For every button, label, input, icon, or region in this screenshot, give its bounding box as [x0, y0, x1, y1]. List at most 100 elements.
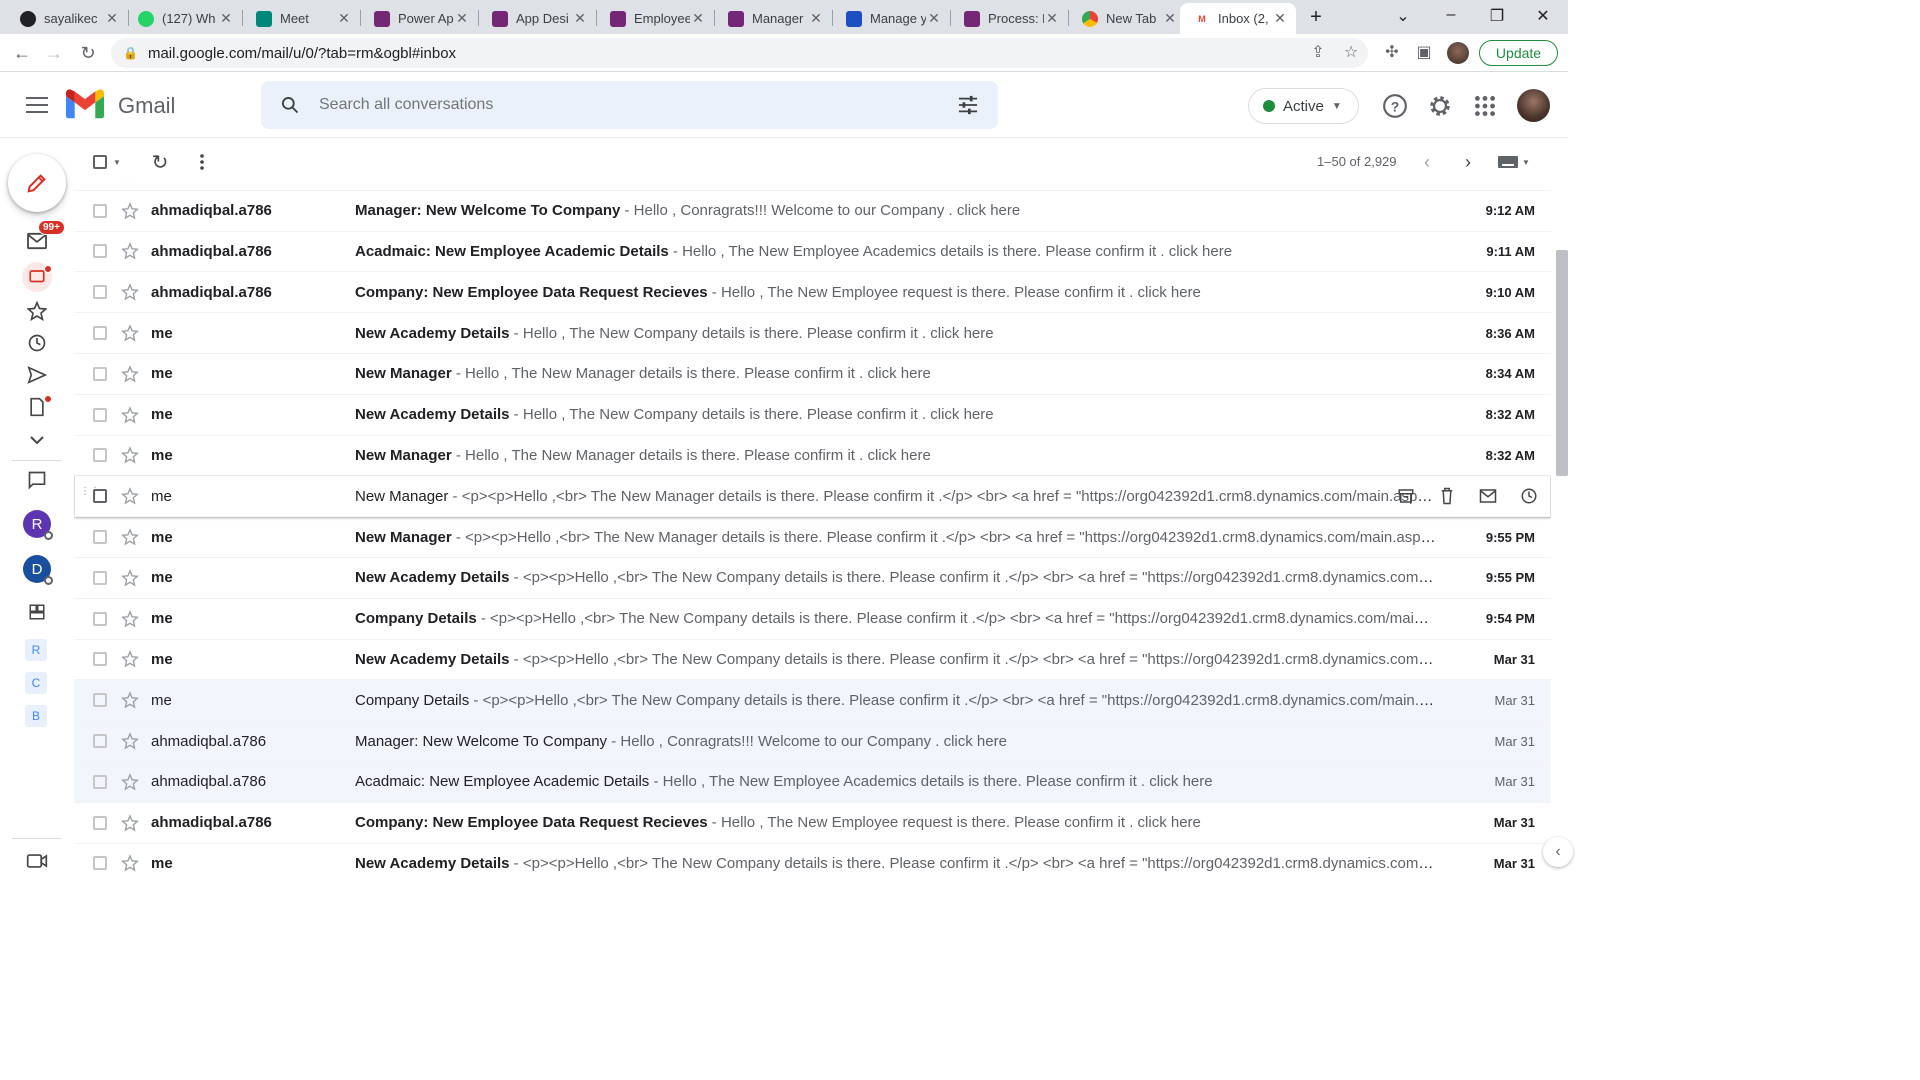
starred-icon[interactable] — [22, 296, 52, 326]
drag-handle-icon[interactable]: ⋮⋮ — [80, 487, 100, 503]
chat-icon[interactable] — [22, 465, 52, 495]
tab-close-icon[interactable]: ✕ — [104, 10, 120, 27]
star-icon[interactable] — [120, 242, 140, 260]
search-options-icon[interactable] — [938, 95, 998, 115]
mail-list-scrollbar[interactable] — [1556, 250, 1568, 476]
row-checkbox[interactable] — [93, 407, 107, 422]
tab-close-icon[interactable]: ✕ — [572, 10, 588, 27]
help-icon[interactable]: ? — [1382, 93, 1408, 119]
tab-close-icon[interactable]: ✕ — [336, 10, 352, 27]
status-dropdown[interactable]: Active ▼ — [1248, 88, 1359, 124]
refresh-icon[interactable]: ↻ — [148, 150, 172, 174]
browser-tab[interactable]: Manage y ✕ — [832, 3, 950, 34]
row-checkbox[interactable] — [93, 693, 107, 708]
email-row[interactable]: me New Manager - <p><p>Hello ,<br> The Ne… — [74, 517, 1551, 558]
mark-as-unread-envelope-icon[interactable] — [1476, 484, 1500, 508]
space-avatar-b[interactable]: B — [25, 705, 47, 727]
gmail-logo-icon[interactable] — [66, 89, 104, 119]
select-all-checkbox[interactable]: ▼ — [90, 150, 124, 174]
row-checkbox[interactable] — [93, 530, 107, 545]
forward-icon[interactable]: → — [42, 41, 66, 65]
back-icon[interactable]: ← — [10, 41, 34, 65]
star-icon[interactable] — [120, 487, 140, 505]
email-row[interactable]: me New Manager - Hello , The New Manager … — [74, 436, 1551, 477]
tab-close-icon[interactable]: ✕ — [1044, 10, 1060, 27]
email-row[interactable]: me New Academy Details - Hello , The New … — [74, 395, 1551, 436]
browser-tab[interactable]: New Tab ✕ — [1068, 3, 1186, 34]
email-row[interactable]: ahmadiqbal.a786 Manager: New Welcome To C… — [74, 191, 1551, 232]
delete-trash-icon[interactable] — [1435, 484, 1459, 508]
email-row[interactable]: me New Manager - Hello , The New Manager … — [74, 354, 1551, 395]
tab-close-icon[interactable]: ✕ — [926, 10, 942, 27]
row-checkbox[interactable] — [93, 326, 107, 341]
row-checkbox[interactable] — [93, 489, 107, 504]
email-row[interactable]: ahmadiqbal.a786 Acadmaic: New Employee Ac… — [74, 762, 1551, 803]
chat-contact-avatar-r[interactable]: R — [23, 510, 53, 540]
star-icon[interactable] — [120, 201, 140, 220]
close-window-button[interactable]: ✕ — [1528, 6, 1558, 28]
update-button[interactable]: Update — [1479, 40, 1558, 66]
browser-profile-avatar[interactable] — [1447, 42, 1469, 64]
star-icon[interactable] — [120, 446, 140, 464]
star-icon[interactable] — [120, 732, 140, 750]
email-row[interactable]: me New Academy Details - <p><p>Hello ,<br… — [74, 844, 1551, 882]
settings-gear-icon[interactable] — [1427, 93, 1453, 119]
tab-close-icon[interactable]: ✕ — [808, 10, 824, 27]
browser-tab[interactable]: Manager ✕ — [714, 3, 832, 34]
side-panel-icon[interactable]: ▣ — [1414, 42, 1434, 62]
share-icon[interactable]: ⇪ — [1308, 42, 1328, 62]
browser-tab[interactable]: (127) Wh ✕ — [124, 3, 242, 34]
row-checkbox[interactable] — [93, 774, 107, 789]
browser-tab[interactable]: Meet ✕ — [242, 3, 360, 34]
tab-search-icon[interactable]: ⌄ — [1388, 6, 1418, 28]
search-icon[interactable] — [261, 95, 319, 115]
more-options-icon[interactable] — [192, 150, 212, 174]
email-row[interactable]: me Company Details - <p><p>Hello ,<br> Th… — [74, 680, 1551, 722]
row-checkbox[interactable] — [93, 815, 107, 830]
email-row[interactable]: me New Academy Details - <p><p>Hello ,<br… — [74, 640, 1551, 681]
maximize-window-button[interactable]: ❐ — [1482, 6, 1512, 28]
new-tab-button[interactable]: + — [1301, 6, 1331, 28]
tab-close-icon[interactable]: ✕ — [218, 10, 234, 27]
older-chevron-right-icon[interactable]: › — [1458, 150, 1478, 174]
sent-icon[interactable] — [22, 360, 52, 390]
account-avatar[interactable] — [1517, 89, 1550, 122]
snoozed-clock-icon[interactable] — [22, 328, 52, 358]
star-icon[interactable] — [120, 609, 140, 628]
search-bar[interactable] — [261, 81, 998, 129]
star-icon[interactable] — [120, 528, 140, 546]
meet-video-icon[interactable] — [22, 846, 52, 876]
address-bar[interactable]: 🔒 mail.google.com/mail/u/0/?tab=rm&ogbl#… — [111, 38, 1368, 68]
space-avatar-r[interactable]: R — [25, 639, 47, 661]
row-checkbox[interactable] — [93, 203, 107, 218]
tab-close-icon[interactable]: ✕ — [454, 10, 470, 27]
star-icon[interactable] — [120, 854, 140, 872]
bookmark-star-icon[interactable]: ☆ — [1341, 42, 1361, 62]
row-checkbox[interactable] — [93, 734, 107, 749]
row-checkbox[interactable] — [93, 570, 107, 585]
email-row[interactable]: ahmadiqbal.a786 Company: New Employee Dat… — [74, 803, 1551, 844]
minimize-window-button[interactable]: – — [1436, 6, 1466, 28]
extensions-icon[interactable]: ✣ — [1382, 42, 1402, 62]
browser-tab[interactable]: Power Ap ✕ — [360, 3, 478, 34]
email-row[interactable]: ahmadiqbal.a786 Manager: New Welcome To C… — [74, 721, 1551, 762]
chat-contact-avatar-d[interactable]: D — [23, 555, 53, 585]
row-checkbox[interactable] — [93, 856, 107, 871]
browser-tab[interactable]: Employee ✕ — [596, 3, 714, 34]
more-chevron-down-icon[interactable] — [22, 425, 52, 455]
show-side-panel-chevron-icon[interactable]: ‹ — [1543, 837, 1573, 867]
main-menu-icon[interactable] — [24, 92, 50, 118]
email-row[interactable]: meCompany Details - Hello , The New Comp… — [74, 178, 1551, 191]
row-checkbox[interactable] — [93, 285, 107, 300]
row-checkbox[interactable] — [93, 366, 107, 381]
star-icon[interactable] — [120, 773, 140, 791]
select-chevron-down-icon[interactable]: ▼ — [113, 158, 121, 167]
email-row[interactable]: me New Academy Details - Hello , The New … — [74, 313, 1551, 354]
tab-close-icon[interactable]: ✕ — [690, 10, 706, 27]
star-icon[interactable] — [120, 650, 140, 668]
row-checkbox[interactable] — [93, 244, 107, 259]
star-icon[interactable] — [120, 813, 140, 832]
browser-tab[interactable]: M Inbox (2, ✕ — [1180, 3, 1296, 34]
archive-icon[interactable] — [1394, 484, 1418, 508]
spaces-icon[interactable] — [22, 597, 52, 627]
